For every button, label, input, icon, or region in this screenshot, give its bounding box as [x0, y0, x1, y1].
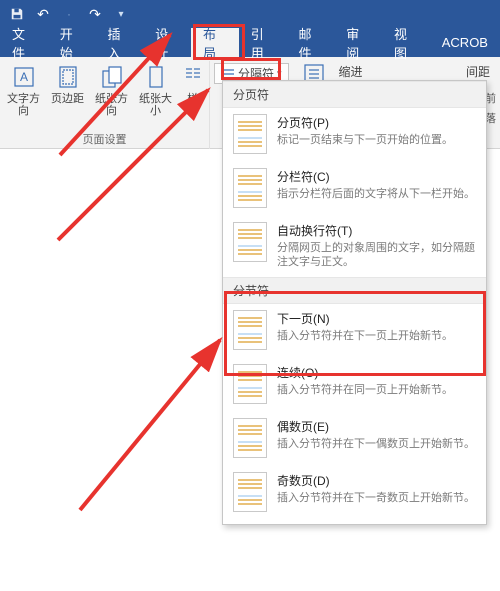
menu-item-title: 自动换行符(T)	[277, 222, 476, 239]
save-icon[interactable]	[6, 3, 28, 25]
margins-button[interactable]: 页边距	[47, 61, 89, 117]
breaks-dropdown: 分页符 分页符(P) 标记一页结束与下一页开始的位置。 分栏符(C) 指示分栏符…	[222, 80, 487, 525]
menu-item-desc: 插入分节符并在同一页上开始新节。	[277, 383, 476, 397]
tab-view[interactable]: 视图	[382, 28, 430, 57]
menu-item-desc: 插入分节符并在下一页上开始新节。	[277, 329, 476, 343]
orientation-button[interactable]: 纸张方向	[91, 61, 133, 117]
columns-button[interactable]: 栏	[179, 61, 207, 117]
redo-icon[interactable]	[84, 3, 106, 25]
tab-references[interactable]: 引用	[239, 28, 287, 57]
text-direction-button[interactable]: A 文字方向	[3, 61, 45, 117]
page-break-icon	[233, 114, 267, 154]
tab-design[interactable]: 设计	[143, 28, 191, 57]
breaks-section-section: 分节符	[223, 277, 486, 304]
qat-customize-icon[interactable]: ▾	[110, 3, 132, 25]
menu-item-column-break[interactable]: 分栏符(C) 指示分栏符后面的文字将从下一栏开始。	[223, 162, 486, 216]
spacing-label: 间距	[466, 63, 496, 80]
size-button[interactable]: 纸张大小	[135, 61, 177, 117]
menu-item-title: 下一页(N)	[277, 310, 476, 327]
menu-item-desc: 插入分节符并在下一偶数页上开始新节。	[277, 437, 476, 451]
menu-item-desc: 指示分栏符后面的文字将从下一栏开始。	[277, 187, 476, 201]
orientation-icon	[98, 63, 126, 91]
undo-icon[interactable]	[32, 3, 54, 25]
columns-icon	[179, 63, 207, 91]
group-page-setup-label: 页面设置	[83, 131, 127, 149]
svg-text:A: A	[19, 70, 27, 84]
tab-acrobat[interactable]: ACROB	[430, 28, 500, 57]
menu-item-text-wrapping[interactable]: 自动换行符(T) 分隔网页上的对象周围的文字，如分隔题注文字与正文。	[223, 216, 486, 277]
menu-item-continuous[interactable]: 连续(O) 插入分节符并在同一页上开始新节。	[223, 358, 486, 412]
ribbon-tabs: 文件 开始 插入 设计 布局 引用 邮件 审阅 视图 ACROB	[0, 28, 500, 57]
tab-insert[interactable]: 插入	[96, 28, 144, 57]
menu-item-title: 分栏符(C)	[277, 168, 476, 185]
even-page-icon	[233, 418, 267, 458]
tab-review[interactable]: 审阅	[334, 28, 382, 57]
menu-item-title: 分页符(P)	[277, 114, 476, 131]
menu-item-title: 连续(O)	[277, 364, 476, 381]
text-wrap-icon	[233, 222, 267, 262]
indent-label: 缩进	[339, 63, 363, 80]
tab-mailings[interactable]: 邮件	[287, 28, 335, 57]
text-direction-label: 文字方向	[3, 93, 45, 117]
group-page-setup: A 文字方向 页边距 纸张方向 纸张大小	[0, 61, 210, 149]
margins-icon	[54, 63, 82, 91]
breaks-icon	[221, 68, 235, 80]
qat-sep: ·	[58, 3, 80, 25]
menu-item-even-page[interactable]: 偶数页(E) 插入分节符并在下一偶数页上开始新节。	[223, 412, 486, 466]
odd-page-icon	[233, 472, 267, 512]
orientation-label: 纸张方向	[91, 93, 133, 117]
tab-file[interactable]: 文件	[0, 28, 48, 57]
menu-item-page-break[interactable]: 分页符(P) 标记一页结束与下一页开始的位置。	[223, 108, 486, 162]
text-direction-icon: A	[10, 63, 38, 91]
next-page-icon	[233, 310, 267, 350]
menu-item-desc: 插入分节符并在下一奇数页上开始新节。	[277, 491, 476, 505]
breaks-section-page: 分页符	[223, 81, 486, 108]
menu-item-title: 奇数页(D)	[277, 472, 476, 489]
columns-label: 栏	[187, 93, 198, 105]
column-break-icon	[233, 168, 267, 208]
menu-item-title: 偶数页(E)	[277, 418, 476, 435]
margins-label: 页边距	[51, 93, 84, 105]
menu-item-desc: 标记一页结束与下一页开始的位置。	[277, 133, 476, 147]
continuous-icon	[233, 364, 267, 404]
size-label: 纸张大小	[135, 93, 177, 117]
tab-layout[interactable]: 布局	[191, 28, 239, 57]
menu-item-odd-page[interactable]: 奇数页(D) 插入分节符并在下一奇数页上开始新节。	[223, 466, 486, 520]
size-icon	[142, 63, 170, 91]
menu-item-desc: 分隔网页上的对象周围的文字，如分隔题注文字与正文。	[277, 241, 476, 269]
menu-item-next-page[interactable]: 下一页(N) 插入分节符并在下一页上开始新节。	[223, 304, 486, 358]
chevron-down-icon: ▾	[277, 68, 282, 79]
tab-home[interactable]: 开始	[48, 28, 96, 57]
